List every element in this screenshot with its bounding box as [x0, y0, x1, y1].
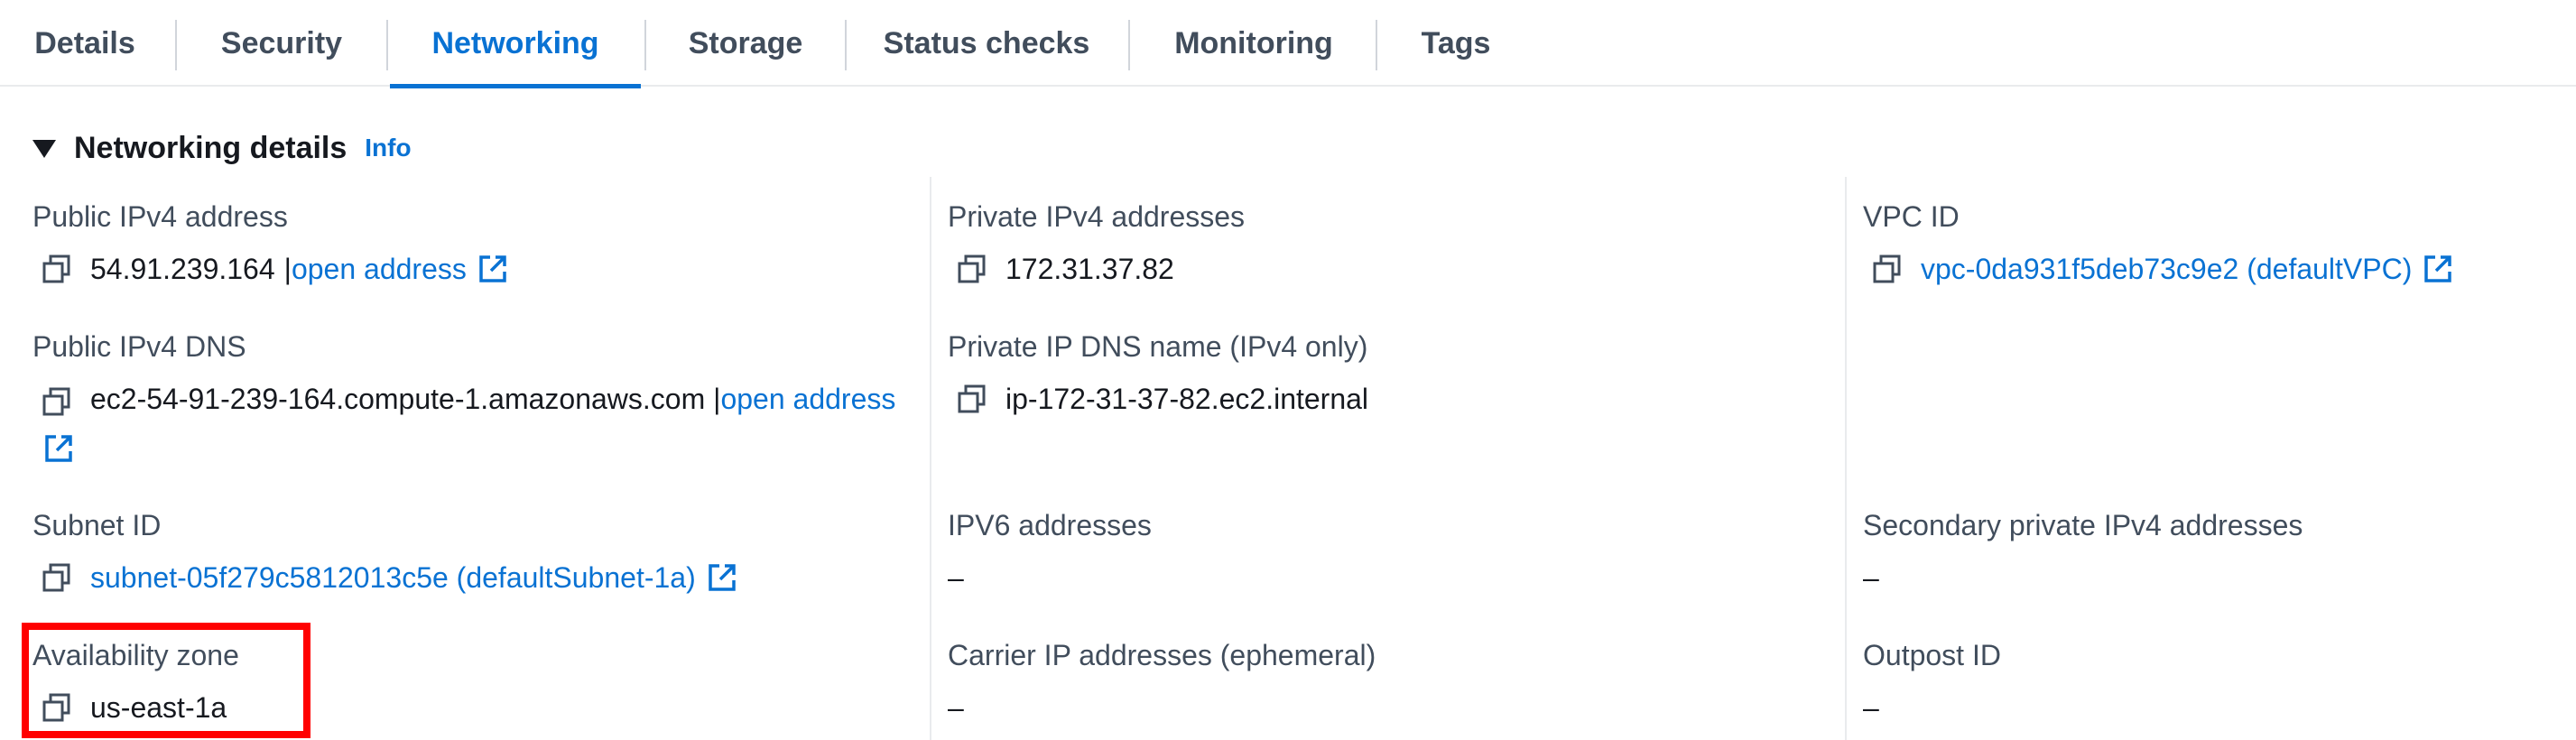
field-value: subnet-05f279c5812013c5e (defaultSubnet-… [32, 554, 737, 601]
private-ipv4-value: 172.31.37.82 [1005, 253, 1174, 285]
field-value: – [1863, 554, 2303, 601]
field-value: – [948, 554, 1152, 601]
external-link-icon[interactable] [477, 254, 508, 284]
field-label: Availability zone [32, 639, 239, 671]
tab-divider [1376, 20, 1377, 70]
field-label: Secondary private IPv4 addresses [1863, 509, 2303, 541]
copy-icon[interactable] [42, 386, 72, 417]
field-label: Public IPv4 DNS [32, 330, 246, 363]
tab-divider [845, 20, 847, 70]
copy-icon[interactable] [42, 562, 72, 593]
tab-divider [644, 20, 646, 70]
external-link-icon[interactable] [707, 562, 737, 593]
networking-details-header[interactable]: Networking details Info [32, 128, 412, 168]
caret-down-icon[interactable] [32, 140, 56, 158]
tab-networking[interactable]: Networking [390, 0, 641, 88]
tab-bar: Details Security Networking Storage Stat… [0, 0, 2576, 88]
field-value: 54.91.239.164 | open address [32, 245, 508, 292]
field-availability-zone: Availability zone us-east-1a [32, 635, 239, 731]
field-subnet-id: Subnet ID subnet-05f279c5812013c5e (defa… [32, 505, 737, 601]
tab-security[interactable]: Security [181, 0, 383, 87]
field-value: us-east-1a [32, 684, 239, 731]
column-divider [1845, 177, 1847, 740]
field-outpost-id: Outpost ID – [1863, 635, 2001, 731]
tab-divider [386, 20, 388, 70]
field-secondary-private-ipv4: Secondary private IPv4 addresses – [1863, 505, 2303, 601]
tab-divider [175, 20, 177, 70]
field-label: Carrier IP addresses (ephemeral) [948, 639, 1376, 671]
subnet-id-link[interactable]: subnet-05f279c5812013c5e (defaultSubnet-… [90, 554, 696, 601]
field-label: VPC ID [1863, 200, 1960, 233]
private-dns-value: ip-172-31-37-82.ec2.internal [1005, 383, 1369, 415]
tab-divider [1128, 20, 1130, 70]
copy-icon[interactable] [957, 254, 987, 284]
tab-tags[interactable]: Tags [1379, 0, 1533, 87]
info-link[interactable]: Info [365, 134, 411, 162]
field-carrier-ip-addresses: Carrier IP addresses (ephemeral) – [948, 635, 1376, 731]
carrier-ip-value: – [948, 691, 964, 724]
tab-status-checks[interactable]: Status checks [848, 0, 1125, 87]
field-value: ec2-54-91-239-164.compute-1.amazonaws.co… [32, 375, 899, 469]
open-address-link[interactable]: open address [720, 383, 895, 415]
secondary-ipv4-value: – [1863, 561, 1879, 594]
field-value: – [1863, 684, 2001, 731]
tab-storage[interactable]: Storage [648, 0, 843, 87]
external-link-icon[interactable] [2423, 254, 2453, 284]
tab-monitoring[interactable]: Monitoring [1132, 0, 1376, 87]
availability-zone-value: us-east-1a [90, 691, 227, 724]
field-private-ip-dns-name: Private IP DNS name (IPv4 only) ip-172-3… [948, 327, 1368, 422]
separator: | [283, 253, 292, 285]
field-vpc-id: VPC ID vpc-0da931f5deb73c9e2 (defaultVPC… [1863, 197, 2453, 292]
field-label: Subnet ID [32, 509, 162, 541]
field-value: – [948, 684, 1376, 731]
column-divider [930, 177, 931, 740]
public-dns-value: ec2-54-91-239-164.compute-1.amazonaws.co… [90, 383, 706, 415]
copy-icon[interactable] [957, 384, 987, 414]
copy-icon[interactable] [42, 692, 72, 723]
open-address-link[interactable]: open address [292, 245, 467, 292]
section-title: Networking details [74, 130, 347, 165]
field-public-ipv4-address: Public IPv4 address 54.91.239.164 | open… [32, 197, 508, 292]
field-value: vpc-0da931f5deb73c9e2 (defaultVPC) [1863, 245, 2453, 292]
outpost-id-value: – [1863, 691, 1879, 724]
field-private-ipv4-addresses: Private IPv4 addresses 172.31.37.82 [948, 197, 1245, 292]
field-label: Private IPv4 addresses [948, 200, 1246, 233]
ipv6-value: – [948, 561, 964, 594]
field-label: Public IPv4 address [32, 200, 288, 233]
field-label: Outpost ID [1863, 639, 2001, 671]
copy-icon[interactable] [1872, 254, 1903, 284]
field-ipv6-addresses: IPV6 addresses – [948, 505, 1152, 601]
tab-details[interactable]: Details [0, 0, 170, 87]
field-value: ip-172-31-37-82.ec2.internal [948, 375, 1368, 422]
field-public-ipv4-dns: Public IPv4 DNS ec2-54-91-239-164.comput… [32, 327, 899, 469]
copy-icon[interactable] [42, 254, 72, 284]
field-label: IPV6 addresses [948, 509, 1152, 541]
vpc-id-link[interactable]: vpc-0da931f5deb73c9e2 (defaultVPC) [1921, 245, 2412, 292]
external-link-icon[interactable] [43, 433, 74, 464]
field-label: Private IP DNS name (IPv4 only) [948, 330, 1368, 363]
public-ipv4-value: 54.91.239.164 [90, 253, 275, 285]
field-value: 172.31.37.82 [948, 245, 1245, 292]
